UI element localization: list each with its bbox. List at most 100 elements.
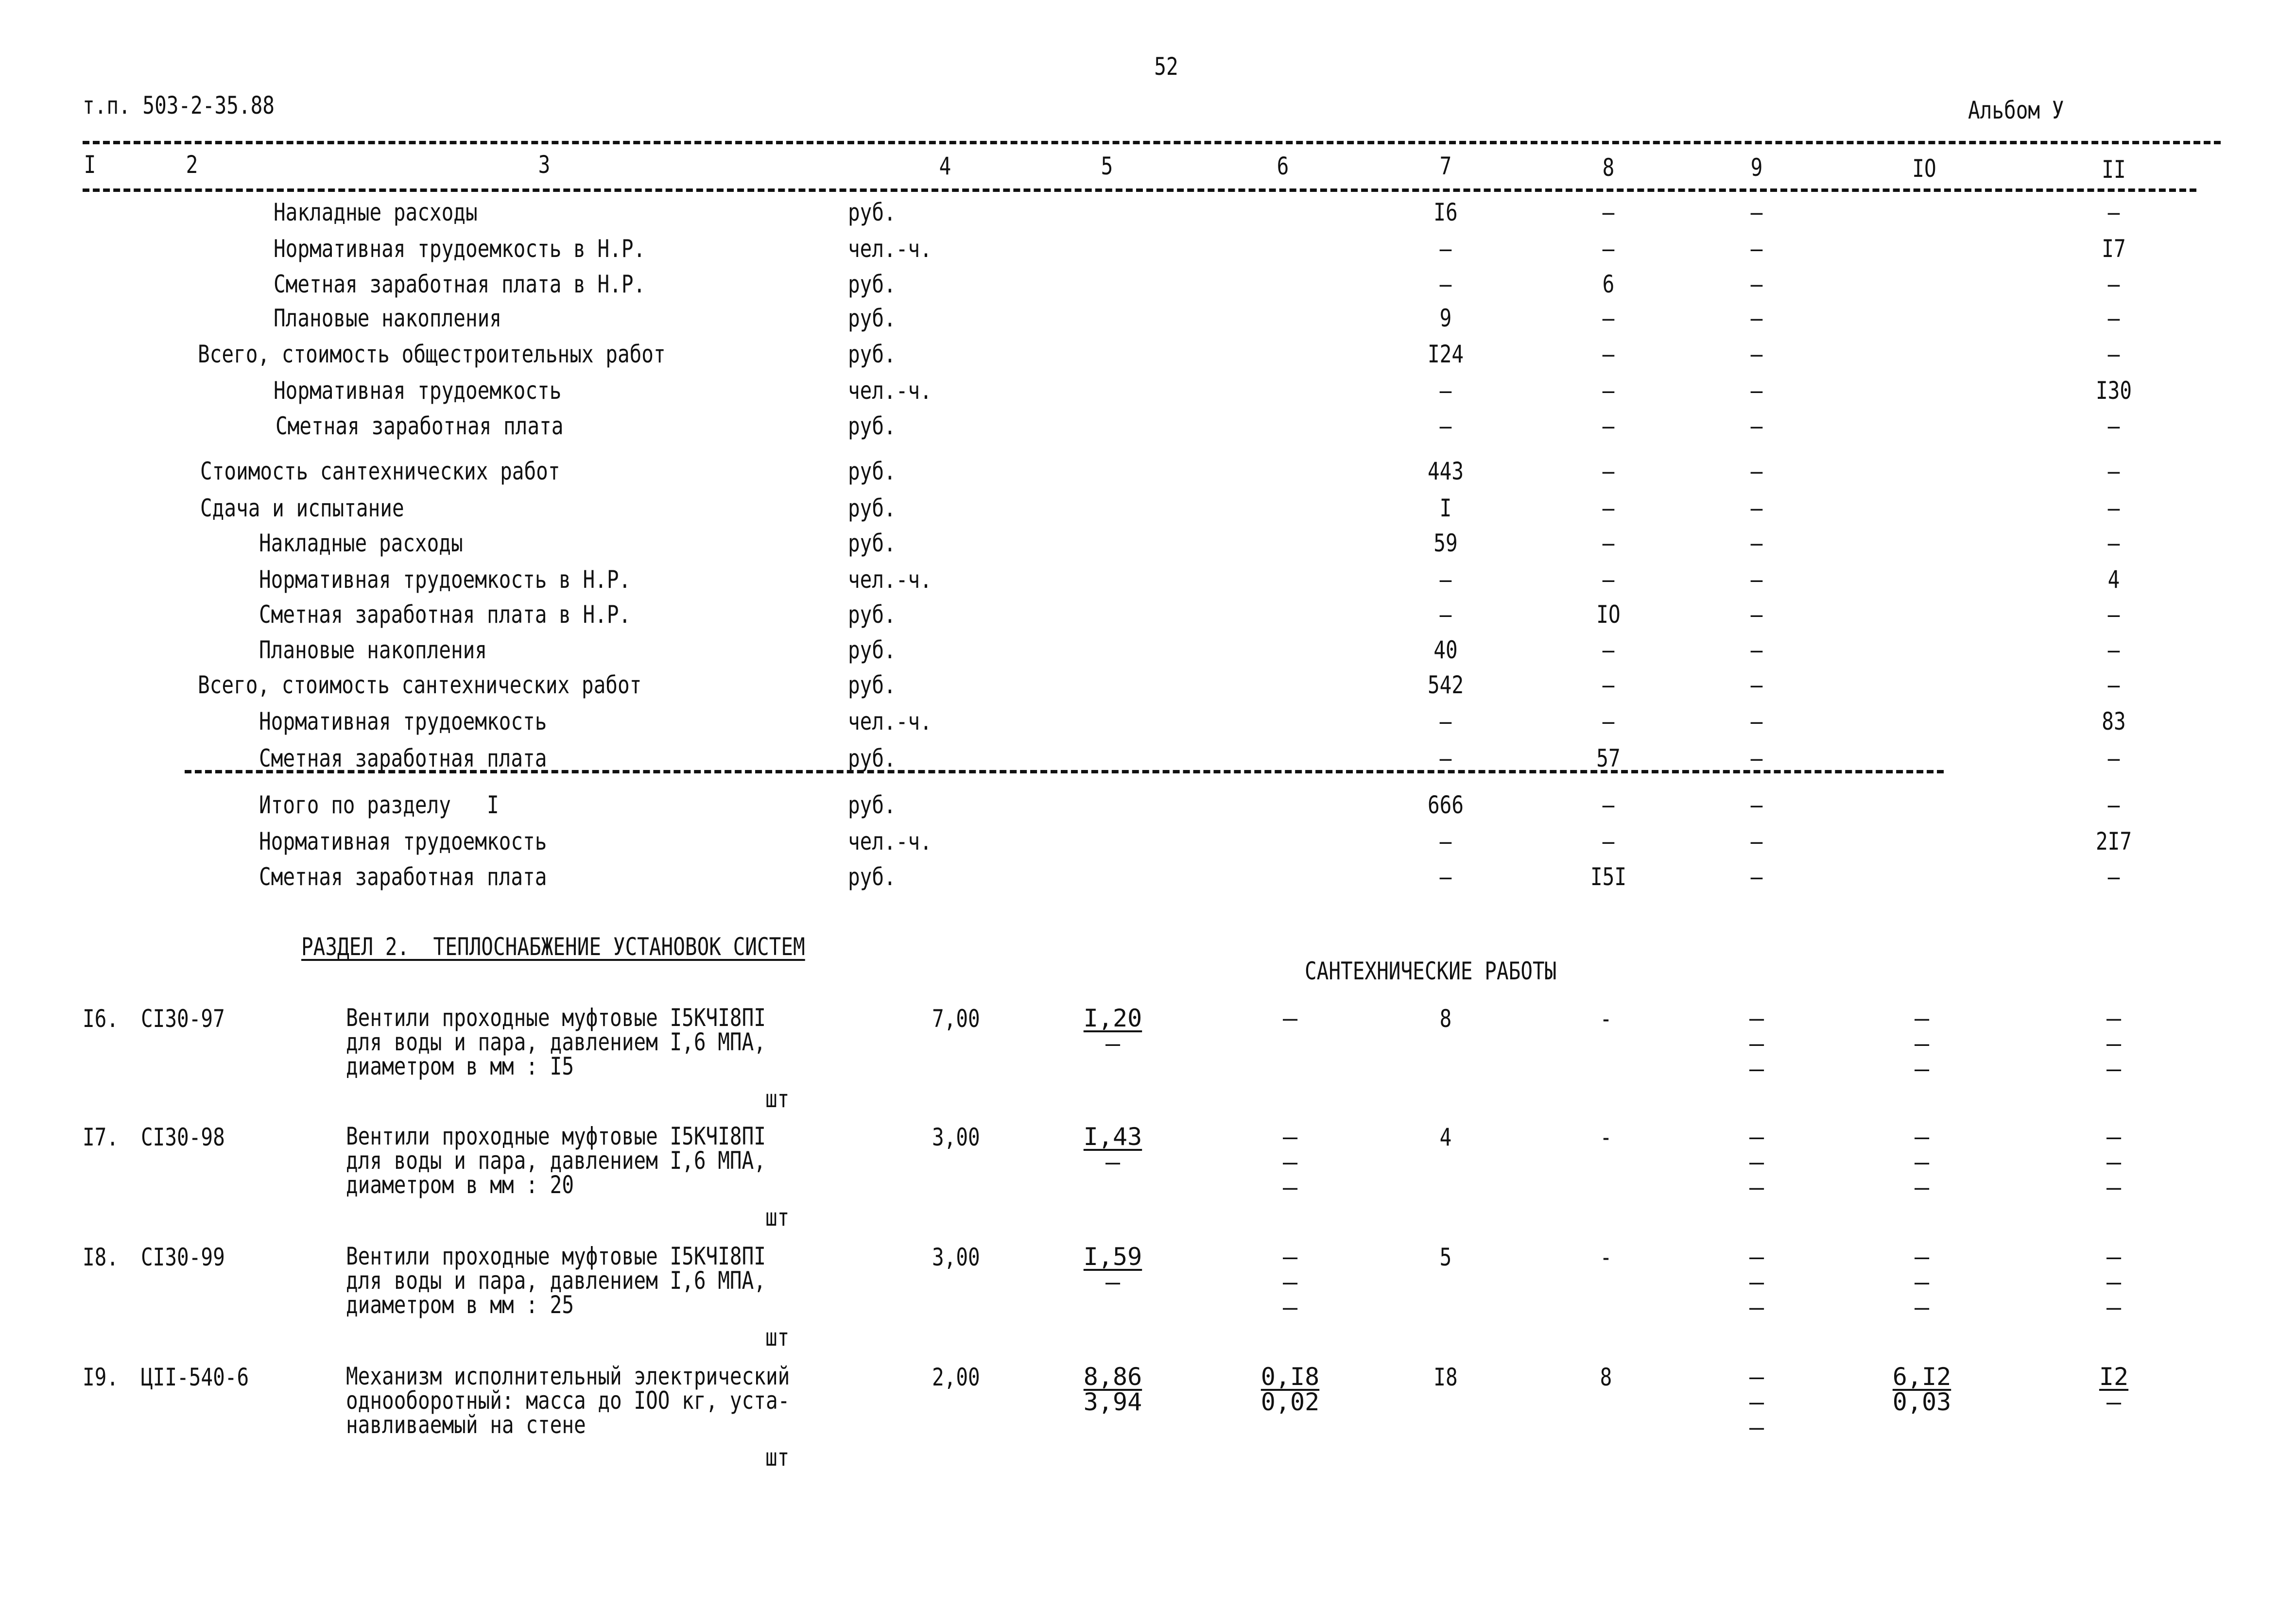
cell-c7: I [1439,494,1452,522]
cell-c7: 666 [1427,791,1464,819]
cell-c9: – [1750,707,1763,735]
cell-value: – [2106,1123,2122,1151]
row-unit: руб. [848,744,896,772]
row-label: Всего, стоимость сантехнических работ [198,671,642,699]
cell-value: 6,I2 [1892,1363,1951,1391]
cell-c4: 7,00 [932,1005,980,1033]
cell-value: – [1914,1029,1930,1058]
cell-c7: I6 [1433,198,1458,226]
column-header: 9 [1750,154,1763,182]
cell-c8: 57 [1596,744,1621,772]
row-unit: чел.-ч. [848,376,932,405]
header-divider-top [83,141,2221,144]
cell-c9: – [1750,863,1763,891]
cell-value: – [2106,1148,2122,1176]
cell-c9: – [1750,671,1763,699]
cell-value: – [1914,1243,1930,1271]
cell-value: 3,94 [1083,1388,1142,1416]
cell-c11: – [2107,791,2120,819]
row-label: Всего, стоимость общестроительных работ [198,340,666,368]
cell-value: 0,02 [1260,1388,1320,1416]
cell-c9: – [1750,235,1763,263]
cell-c7: – [1439,707,1452,735]
row-label: Сметная заработная плата в Н.Р. [274,270,646,298]
row-unit: руб. [848,529,896,557]
cell-c7: 40 [1433,636,1458,664]
cell-c9: – [1750,565,1763,594]
cell-c8: – [1602,671,1615,699]
section-subtitle: САНТЕХНИЧЕСКИЕ РАБОТЫ [1305,957,1557,985]
cell-c11: – – – [2106,1006,2121,1081]
cell-c5: I,20– [1084,1006,1142,1056]
item-description-line: для воды и пара, давлением I,6 МПА, [346,1266,766,1295]
cell-c8: – [1602,376,1615,405]
row-label: Нормативная трудоемкость в Н.Р. [274,235,646,263]
item-description-line: Вентили проходные муфтовые I5КЧI8ПI [346,1004,766,1032]
cell-value: I,43 [1083,1123,1142,1151]
row-unit: руб. [848,671,896,699]
item-description-line: однооборотный: масса до IOO кг, уста- [346,1386,790,1415]
cell-c7: I24 [1427,340,1464,368]
cell-c8: – [1602,494,1615,522]
cell-c8: – [1602,304,1615,332]
cell-c9: – [1750,376,1763,405]
cell-c9: – – – [1749,1006,1764,1081]
item-description-line: диаметром в мм : I5 [346,1052,574,1080]
cell-c11: – [2107,494,2120,522]
cell-c11: – [2107,457,2120,485]
row-label: Нормативная трудоемкость [259,827,547,855]
cell-value: – [1749,1293,1764,1321]
row-label: Плановые накопления [259,636,487,664]
cell-c11: – [2107,600,2120,629]
cell-c11: – [2107,863,2120,891]
cell-c7: 542 [1427,671,1464,699]
cell-c11: 4 [2107,565,2120,594]
item-code: CI30-97 [141,1005,225,1033]
row-unit: руб. [848,600,896,629]
column-header: 6 [1277,152,1289,180]
cell-c7: – [1439,412,1452,440]
cell-value: – [1749,1055,1764,1083]
cell-c8: IO [1596,600,1621,629]
cell-c4: 3,00 [932,1123,980,1151]
cell-value: – [1914,1148,1930,1176]
row-label: Итого по разделу I [259,791,499,819]
cell-value: – [1282,1123,1298,1151]
cell-c11: – [2107,529,2120,557]
cell-c8: – [1602,636,1615,664]
cell-c11: 2I7 [2095,827,2132,855]
cell-c11: 83 [2102,707,2126,735]
cell-value: – [1749,1268,1764,1296]
cell-c7: – [1439,827,1452,855]
cell-value: – [2106,1173,2122,1201]
cell-value: – [2106,1388,2122,1416]
row-unit: руб. [848,494,896,522]
cell-c10: 6,I2 0,03 [1893,1364,1951,1415]
cell-c9: – [1750,636,1763,664]
item-code: CI30-98 [141,1123,225,1151]
cell-c7: 59 [1433,529,1458,557]
cell-c7: – [1439,600,1452,629]
column-header: 3 [538,151,551,179]
cell-c11: – [2107,744,2120,772]
column-header: 8 [1602,154,1615,182]
cell-value: – [1914,1055,1930,1083]
cell-c7: 443 [1427,457,1464,485]
cell-c8: – [1602,565,1615,594]
cell-c11: – [2107,636,2120,664]
cell-c7: I8 [1433,1363,1458,1391]
item-description-line: для воды и пара, давлением I,6 МПА, [346,1028,766,1056]
row-unit: руб. [848,198,896,226]
cell-c8: – [1602,827,1615,855]
cell-c4: 3,00 [932,1243,980,1271]
cell-c9: – [1750,457,1763,485]
cell-c5: 8,86 3,94 [1084,1364,1142,1415]
cell-c8: – [1602,340,1615,368]
cell-value: – [1914,1004,1930,1032]
cell-c9: – [1750,412,1763,440]
cell-c6: – – – [1283,1124,1297,1200]
cell-c10: – – – [1915,1006,1929,1081]
column-header: 4 [939,152,951,180]
page-number: 52 [1154,52,1178,81]
cell-c7: 8 [1439,1005,1452,1033]
